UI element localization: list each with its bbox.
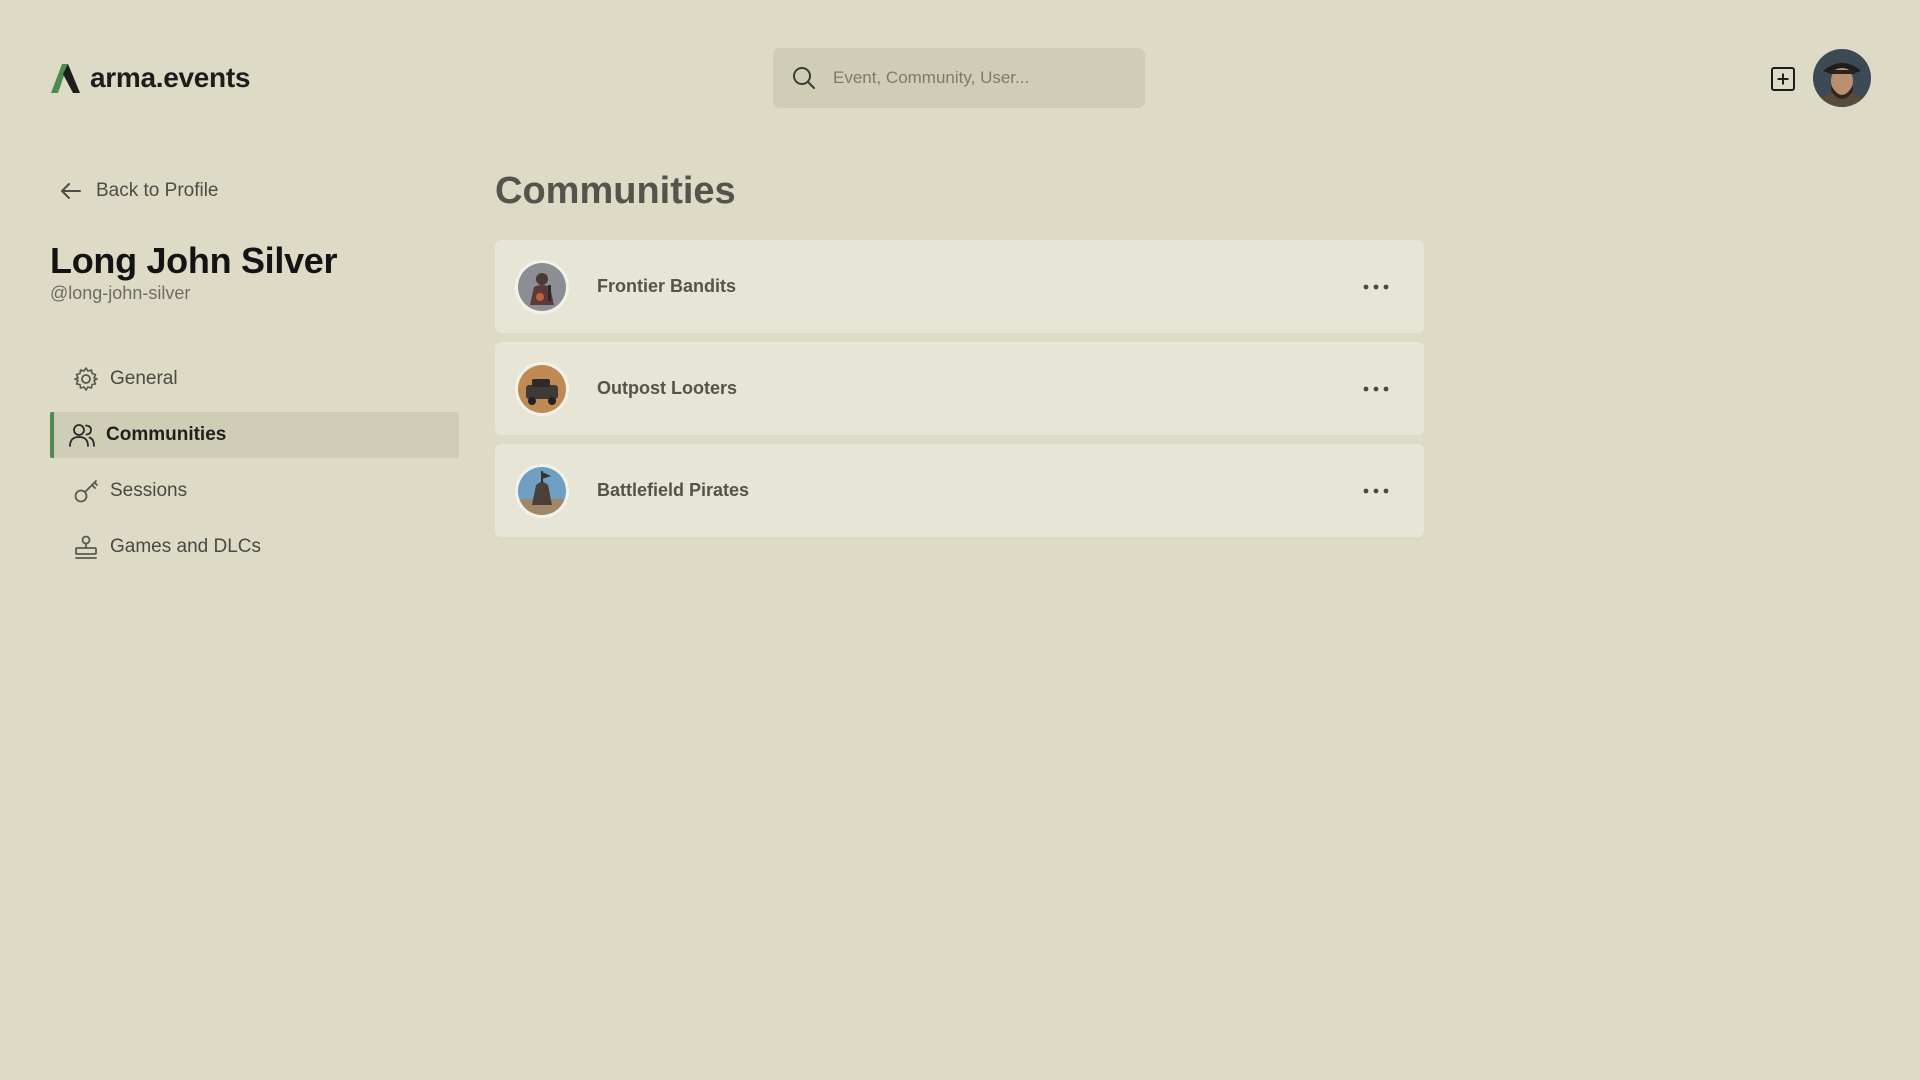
more-options-button[interactable] bbox=[1356, 374, 1396, 404]
community-card-outpost-looters[interactable]: Outpost Looters bbox=[495, 342, 1424, 435]
top-bar: arma.events bbox=[0, 0, 1920, 156]
community-name: Outpost Looters bbox=[597, 378, 737, 398]
community-card-battlefield-pirates[interactable]: Battlefield Pirates bbox=[495, 444, 1424, 537]
nav-item-general[interactable]: General bbox=[50, 356, 459, 402]
users-icon bbox=[69, 424, 95, 447]
logo-text: arma.events bbox=[90, 62, 251, 93]
profile-handle: @long-john-silver bbox=[50, 283, 191, 303]
key-icon bbox=[74, 480, 98, 503]
more-options-button[interactable] bbox=[1356, 476, 1396, 506]
search-box[interactable] bbox=[773, 48, 1145, 108]
arrow-left-icon bbox=[61, 183, 81, 199]
more-horizontal-icon bbox=[1363, 488, 1389, 493]
back-to-profile-link[interactable]: Back to Profile bbox=[58, 178, 219, 204]
nav-item-communities[interactable]: Communities bbox=[50, 412, 459, 458]
stamp-icon bbox=[75, 535, 97, 559]
settings-nav: General Communities Sessions Games and D… bbox=[50, 356, 459, 580]
nav-item-label: Communities bbox=[106, 424, 227, 445]
back-to-profile-label: Back to Profile bbox=[96, 180, 219, 201]
more-horizontal-icon bbox=[1363, 386, 1389, 391]
community-avatar bbox=[515, 463, 569, 518]
create-icon[interactable] bbox=[1769, 65, 1797, 93]
nav-item-label: Games and DLCs bbox=[110, 536, 262, 557]
search-icon bbox=[793, 67, 815, 89]
home-logo-link[interactable]: arma.events bbox=[49, 58, 250, 98]
community-card-frontier-bandits[interactable]: Frontier Bandits bbox=[495, 240, 1424, 333]
gear-icon bbox=[74, 367, 98, 391]
page-title: Communities bbox=[495, 170, 736, 212]
nav-item-label: General bbox=[110, 368, 178, 389]
community-avatar bbox=[515, 361, 569, 416]
community-avatar bbox=[515, 259, 569, 314]
nav-item-games-and-dlcs[interactable]: Games and DLCs bbox=[50, 524, 459, 570]
search-input[interactable] bbox=[831, 67, 1091, 89]
user-avatar[interactable] bbox=[1813, 49, 1871, 107]
nav-item-sessions[interactable]: Sessions bbox=[50, 468, 459, 514]
communities-list: Frontier Bandits Outpost Looters Battlef… bbox=[495, 240, 1424, 546]
more-options-button[interactable] bbox=[1356, 272, 1396, 302]
community-name: Frontier Bandits bbox=[597, 276, 737, 296]
nav-item-label: Sessions bbox=[110, 480, 188, 501]
community-name: Battlefield Pirates bbox=[597, 480, 750, 500]
more-horizontal-icon bbox=[1363, 284, 1389, 289]
profile-name: Long John Silver bbox=[50, 240, 338, 281]
logo-icon bbox=[51, 64, 80, 93]
